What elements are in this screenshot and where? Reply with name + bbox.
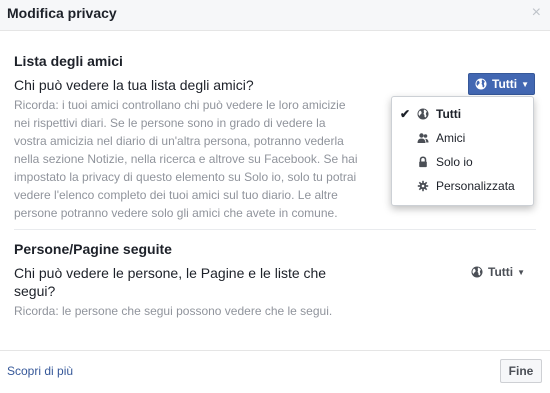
following-question: Chi può vedere le persone, le Pagine e l…	[14, 265, 327, 299]
menu-item-label: Amici	[436, 131, 466, 145]
following-title: Persone/Pagine seguite	[14, 241, 172, 257]
section-divider	[14, 229, 536, 230]
chevron-down-icon: ▼	[517, 267, 526, 277]
menu-item-label: Solo io	[436, 155, 473, 169]
dialog-header: Modifica privacy ×	[0, 0, 550, 31]
menu-item-label: Tutti	[436, 107, 462, 121]
friends-list-privacy-label: Tutti	[492, 77, 518, 91]
privacy-dropdown-menu: ✔ Tutti Amici Solo io Personalizzata	[391, 96, 534, 206]
close-icon[interactable]: ×	[532, 5, 541, 21]
friends-list-privacy-button[interactable]: Tutti ▼	[468, 73, 535, 95]
friends-list-title: Lista degli amici	[14, 53, 123, 69]
menu-item-only-me[interactable]: Solo io	[392, 150, 533, 174]
menu-item-public[interactable]: ✔ Tutti	[392, 102, 533, 126]
following-note: Ricorda: le persone che segui possono ve…	[14, 304, 333, 318]
globe-icon	[417, 108, 429, 120]
learn-more-link[interactable]: Scopri di più	[7, 364, 73, 378]
menu-item-custom[interactable]: Personalizzata	[392, 174, 533, 198]
following-privacy-button[interactable]: Tutti ▼	[471, 262, 525, 282]
done-button[interactable]: Fine	[500, 359, 542, 383]
following-privacy-label: Tutti	[488, 265, 514, 279]
globe-icon	[471, 266, 483, 278]
following-section: Persone/Pagine seguite Chi può vedere le…	[14, 240, 536, 320]
dialog-footer: Scopri di più Fine	[0, 350, 550, 393]
menu-item-label: Personalizzata	[436, 179, 515, 193]
friends-list-question: Chi può vedere la tua lista degli amici?	[14, 77, 254, 93]
lock-icon	[419, 156, 427, 168]
friends-icon	[417, 133, 429, 143]
chevron-down-icon: ▼	[521, 79, 530, 89]
dialog-title: Modifica privacy	[7, 5, 117, 21]
menu-item-friends[interactable]: Amici	[392, 126, 533, 150]
globe-icon	[475, 78, 487, 90]
edit-privacy-dialog: Modifica privacy × Lista degli amici Chi…	[0, 0, 550, 393]
check-icon: ✔	[400, 107, 411, 121]
gear-icon	[417, 180, 429, 192]
friends-list-note: Ricorda: i tuoi amici controllano chi pu…	[14, 98, 358, 220]
